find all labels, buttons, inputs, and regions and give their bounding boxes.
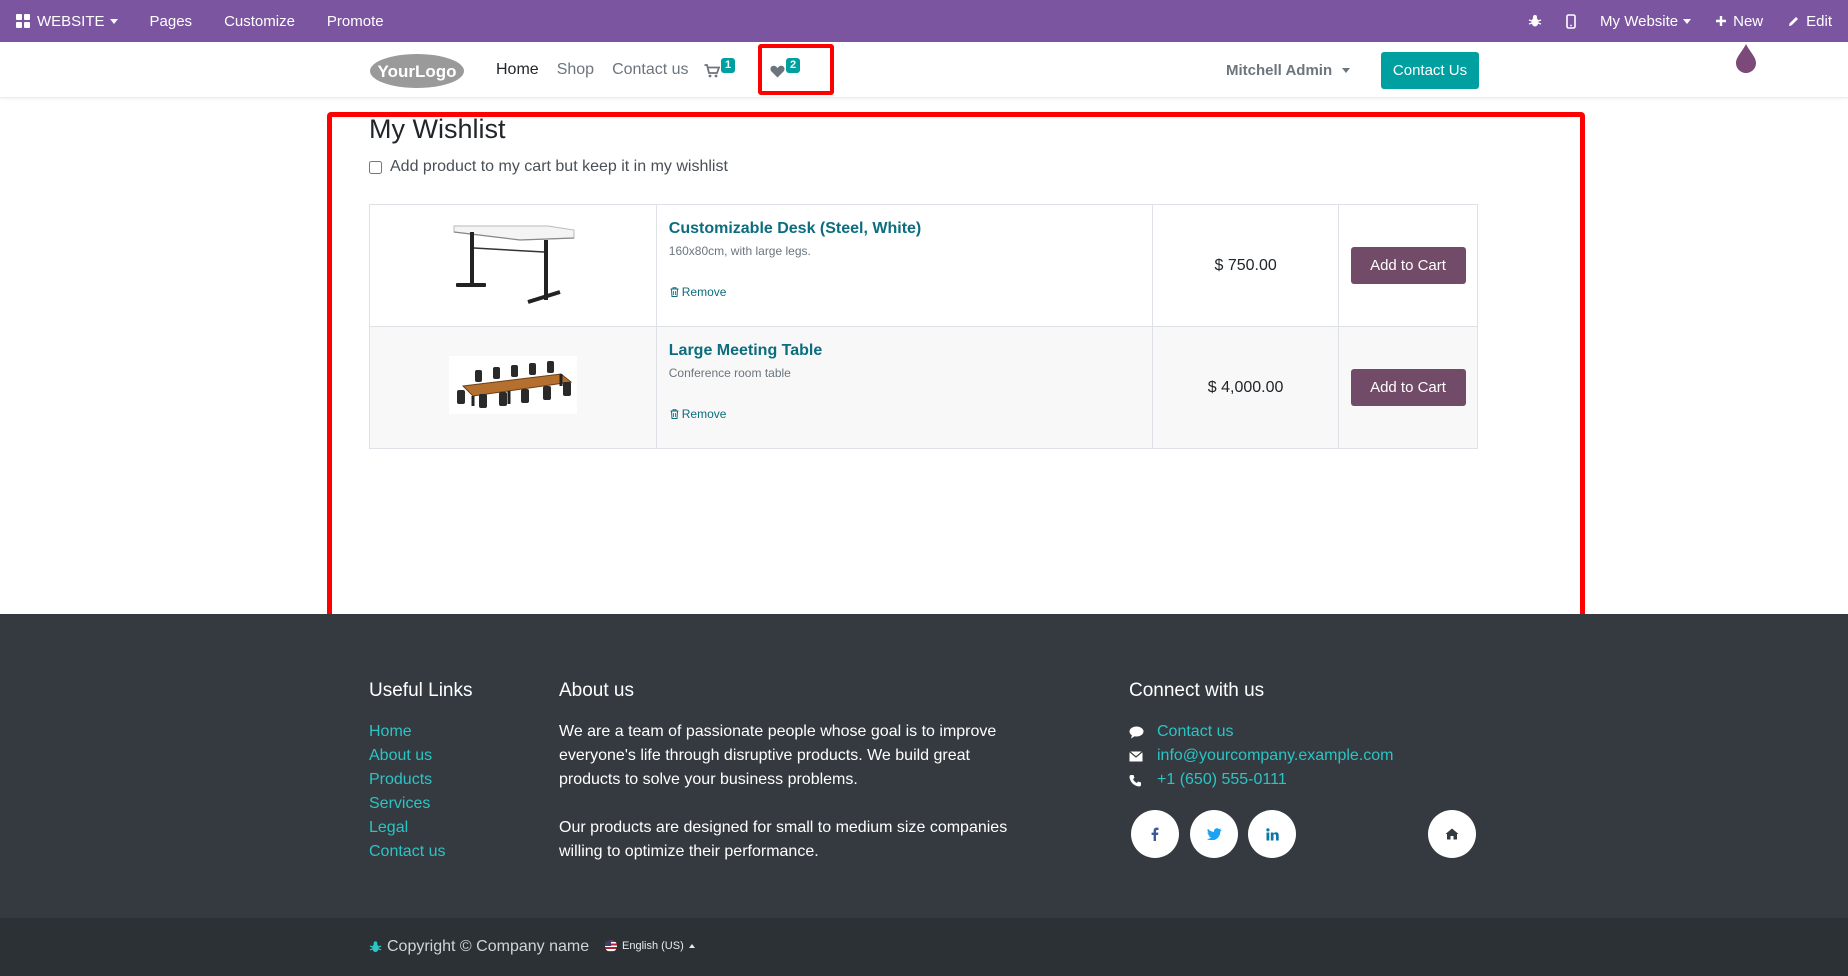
footer-link-products[interactable]: Products <box>369 768 445 792</box>
useful-links-title: Useful Links <box>369 680 473 701</box>
wishlist-highlight-box <box>758 44 834 95</box>
about-paragraph-2: Our products are designed for small to m… <box>559 819 1008 860</box>
copyright-text: Copyright © Company name <box>387 938 590 955</box>
facebook-icon <box>1151 827 1159 841</box>
copyright: Copyright © Company name <box>369 938 589 956</box>
site-selector-label: My Website <box>1600 12 1679 30</box>
bug-icon <box>1528 15 1542 27</box>
cart-count-badge: 1 <box>721 58 736 73</box>
header-contact-us-button[interactable]: Contact Us <box>1381 52 1479 89</box>
promote-menu[interactable]: Promote <box>311 0 400 42</box>
debug-button[interactable] <box>1516 0 1554 42</box>
envelope-icon <box>1129 750 1143 761</box>
mobile-icon <box>1566 13 1576 29</box>
edit-label: Edit <box>1806 12 1832 30</box>
caret-down-icon <box>1342 67 1351 73</box>
connect-title: Connect with us <box>1129 680 1265 701</box>
nav-home[interactable]: Home <box>496 61 539 79</box>
new-label: New <box>1733 12 1764 30</box>
copyright-bar: Copyright © Company name English (US) <box>0 918 1848 976</box>
pencil-icon <box>1789 16 1799 26</box>
linkedin-button[interactable] <box>1248 810 1296 858</box>
website-label: WEBSITE <box>37 12 105 30</box>
apps-grid-icon <box>16 14 30 28</box>
nav-shop[interactable]: Shop <box>557 61 594 79</box>
connect-contact-us-link[interactable]: Contact us <box>1157 720 1233 744</box>
logo-text: YourLogo <box>378 62 457 81</box>
new-button[interactable]: New <box>1703 0 1775 42</box>
connect-list: Contact us info@yourcompany.example.com … <box>1129 720 1394 792</box>
site-header: YourLogo Home Shop Contact us 1 2 Mitche… <box>0 42 1848 98</box>
connect-phone-link[interactable]: +1 (650) 555-0111 <box>1157 768 1287 792</box>
pages-menu[interactable]: Pages <box>134 0 209 42</box>
phone-icon <box>1129 774 1141 786</box>
connect-email-link[interactable]: info@yourcompany.example.com <box>1157 744 1394 768</box>
website-apps-menu[interactable]: WEBSITE <box>0 0 134 42</box>
caret-up-icon <box>688 944 695 948</box>
site-selector[interactable]: My Website <box>1588 0 1703 42</box>
edit-button[interactable]: Edit <box>1775 0 1848 42</box>
footer-link-services[interactable]: Services <box>369 792 445 816</box>
caret-down-icon <box>1683 18 1692 24</box>
user-menu[interactable]: Mitchell Admin <box>1226 42 1351 98</box>
home-button[interactable] <box>1428 810 1476 858</box>
useful-links-list: Home About us Products Services Legal Co… <box>369 720 445 864</box>
language-label: English (US) <box>622 940 684 952</box>
customize-menu[interactable]: Customize <box>208 0 311 42</box>
cart-icon <box>704 64 720 78</box>
mobile-preview-button[interactable] <box>1554 0 1588 42</box>
twitter-icon <box>1206 828 1221 840</box>
theme-drop-icon[interactable] <box>1735 42 1757 79</box>
about-us-title: About us <box>559 680 634 701</box>
about-us-text: We are a team of passionate people whose… <box>559 720 1019 888</box>
nav-contact-us[interactable]: Contact us <box>612 61 688 79</box>
about-paragraph-1: We are a team of passionate people whose… <box>559 723 997 788</box>
linkedin-icon <box>1265 827 1279 840</box>
footer-link-about-us[interactable]: About us <box>369 744 445 768</box>
footer: Useful Links Home About us Products Serv… <box>0 614 1848 918</box>
logo-image: YourLogo <box>370 54 464 88</box>
twitter-button[interactable] <box>1190 810 1238 858</box>
caret-down-icon <box>109 18 118 24</box>
home-icon <box>1445 828 1459 840</box>
footer-link-home[interactable]: Home <box>369 720 445 744</box>
us-flag-icon <box>605 940 617 952</box>
site-logo[interactable]: YourLogo <box>369 52 465 90</box>
language-selector[interactable]: English (US) <box>605 940 695 952</box>
wishlist-content-highlight-box <box>327 112 1585 629</box>
admin-bar: WEBSITE Pages Customize Promote My Websi… <box>0 0 1848 42</box>
bug-icon <box>369 941 382 953</box>
main-nav: Home Shop Contact us <box>496 42 707 98</box>
cart-link[interactable]: 1 <box>704 58 736 78</box>
plus-icon <box>1716 16 1727 26</box>
comment-icon <box>1129 726 1144 738</box>
facebook-button[interactable] <box>1131 810 1179 858</box>
user-name: Mitchell Admin <box>1226 61 1333 79</box>
footer-link-contact-us[interactable]: Contact us <box>369 840 445 864</box>
footer-link-legal[interactable]: Legal <box>369 816 445 840</box>
